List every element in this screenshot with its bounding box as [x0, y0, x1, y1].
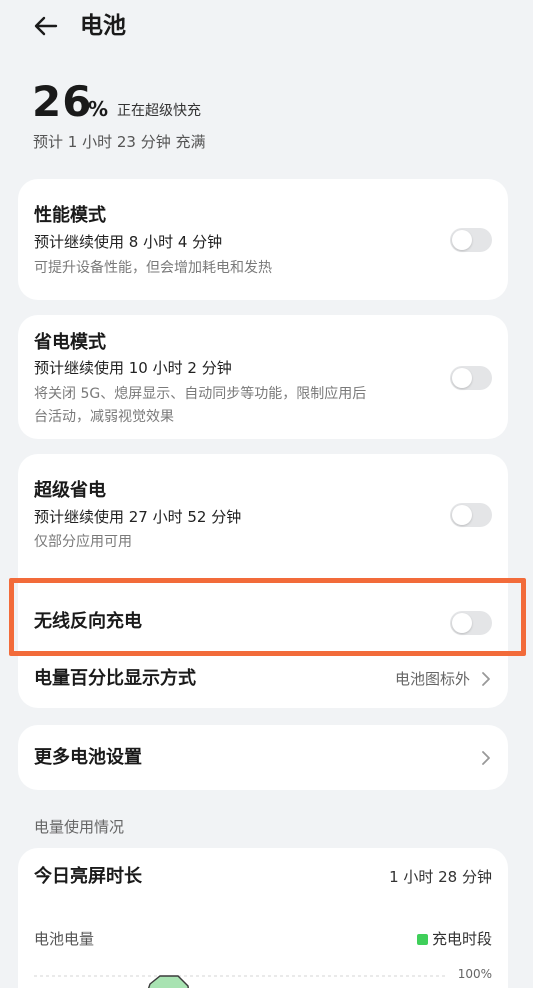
percentage-display-label[interactable]: 电量百分比显示方式	[34, 666, 196, 692]
battery-level-chart	[34, 975, 448, 988]
more-battery-settings-card[interactable]: 更多电池设置	[18, 725, 508, 790]
battery-percent: 26	[32, 77, 93, 126]
charging-legend-label: 充电时段	[431, 930, 492, 948]
toggle-knob	[452, 505, 472, 525]
usage-card: 今日亮屏时长 1 小时 28 分钟 电池电量 充电时段 100%	[18, 848, 508, 988]
performance-mode-estimate: 预计继续使用 8 小时 4 分钟	[34, 233, 223, 251]
ultra-power-saving-estimate: 预计继续使用 27 小时 52 分钟	[34, 508, 242, 526]
battery-level-label: 电池电量	[34, 930, 95, 948]
back-arrow-icon[interactable]	[30, 10, 62, 42]
usage-section-label: 电量使用情况	[34, 818, 125, 836]
screen-time-value: 1 小时 28 分钟	[389, 868, 492, 886]
performance-mode-card: 性能模式 预计继续使用 8 小时 4 分钟 可提升设备性能，但会增加耗电和发热	[18, 179, 508, 300]
ultra-power-saving-title: 超级省电	[34, 480, 106, 501]
performance-mode-title: 性能模式	[34, 205, 106, 226]
page-title: 电池	[80, 13, 126, 39]
wireless-reverse-charging-toggle[interactable]	[450, 611, 492, 635]
more-battery-settings-label[interactable]: 更多电池设置	[34, 745, 142, 771]
charging-legend-swatch	[417, 934, 428, 945]
power-saving-mode-title: 省电模式	[34, 332, 106, 353]
header-bar: 电池	[0, 0, 533, 56]
chevron-right-icon[interactable]	[480, 670, 492, 688]
battery-percent-sign: %	[88, 97, 109, 121]
power-saving-mode-toggle[interactable]	[450, 366, 492, 390]
performance-mode-toggle[interactable]	[450, 228, 492, 252]
chevron-right-icon[interactable]	[480, 749, 492, 767]
percentage-display-value[interactable]: 电池图标外	[395, 668, 470, 690]
ultra-power-saving-toggle[interactable]	[450, 503, 492, 527]
ultra-power-saving-desc: 仅部分应用可用	[34, 534, 132, 550]
toggle-knob	[452, 613, 472, 633]
wireless-reverse-charging-label: 无线反向充电	[34, 611, 142, 632]
power-saving-mode-desc-2: 台活动，减弱视觉效果	[34, 409, 174, 425]
power-saving-mode-card: 省电模式 预计继续使用 10 小时 2 分钟 将关闭 5G、熄屏显示、自动同步等…	[18, 315, 508, 439]
power-saving-mode-estimate: 预计继续使用 10 小时 2 分钟	[34, 359, 232, 377]
power-saving-mode-desc-1: 将关闭 5G、熄屏显示、自动同步等功能，限制应用后	[34, 386, 367, 402]
toggle-knob	[452, 368, 472, 388]
screen-time-title: 今日亮屏时长	[34, 866, 142, 887]
performance-mode-desc: 可提升设备性能，但会增加耗电和发热	[34, 260, 272, 276]
charge-eta: 预计 1 小时 23 分钟 充满	[33, 133, 206, 151]
charge-status: 正在超级快充	[117, 103, 201, 119]
battery-level-area	[147, 975, 189, 988]
toggle-knob	[452, 230, 472, 250]
ultra-power-saving-card: 超级省电 预计继续使用 27 小时 52 分钟 仅部分应用可用 无线反向充电 电…	[18, 454, 508, 708]
